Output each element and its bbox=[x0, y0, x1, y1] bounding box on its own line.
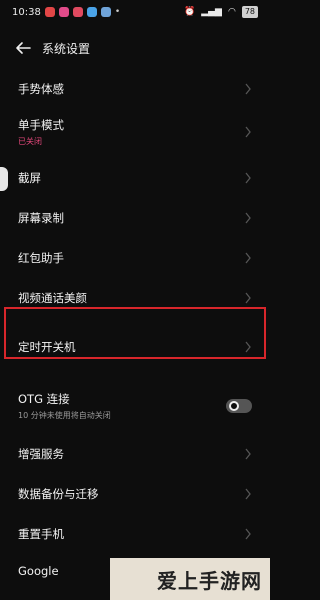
chevron-right-icon bbox=[245, 528, 251, 540]
list-item-label: Google bbox=[18, 564, 59, 578]
chevron-right-icon bbox=[245, 83, 251, 95]
app-notification-icon bbox=[44, 7, 55, 17]
app-notification-icon bbox=[58, 7, 69, 17]
signal-icon: ▂▄▆ bbox=[201, 7, 222, 17]
chevron-right-icon bbox=[245, 292, 251, 304]
list-item-label: 红包助手 bbox=[18, 251, 64, 265]
wifi-icon: ◠ bbox=[227, 7, 236, 17]
list-item-label: 增强服务 bbox=[18, 447, 64, 461]
highlight-box bbox=[4, 307, 266, 359]
alarm-icon: ⏰ bbox=[183, 7, 196, 17]
battery-icon: 78 bbox=[241, 6, 258, 18]
list-item-label: 屏幕录制 bbox=[18, 211, 64, 225]
status-left: 10:38 • bbox=[12, 7, 120, 18]
list-item-otg[interactable]: OTG 连接 10 分钟未使用将自动关闭 bbox=[0, 378, 270, 434]
chevron-right-icon bbox=[245, 172, 251, 184]
list-item-label: 重置手机 bbox=[18, 527, 64, 541]
chevron-right-icon bbox=[245, 488, 251, 500]
list-item-text: OTG 连接 10 分钟未使用将自动关闭 bbox=[18, 391, 111, 421]
list-item-backup[interactable]: 数据备份与迁移 bbox=[0, 474, 270, 514]
page-title: 系统设置 bbox=[42, 41, 91, 56]
list-item-screen-record[interactable]: 屏幕录制 bbox=[0, 198, 270, 238]
chevron-right-icon bbox=[245, 212, 251, 224]
list-item-screenshot[interactable]: 截屏 bbox=[0, 158, 270, 198]
list-item-label: OTG 连接 bbox=[18, 392, 70, 406]
list-item-label: 手势体感 bbox=[18, 82, 64, 96]
list-item-gestures[interactable]: 手势体感 bbox=[0, 72, 270, 106]
list-item-label: 单手模式 bbox=[18, 118, 64, 132]
list-item-enhanced-services[interactable]: 增强服务 bbox=[0, 434, 270, 474]
more-notifications-icon: • bbox=[114, 7, 121, 17]
app-notification-icon bbox=[100, 7, 111, 17]
list-item-one-hand-mode[interactable]: 单手模式 已关闭 bbox=[0, 106, 270, 158]
toggle-knob bbox=[229, 401, 239, 411]
status-sub: 已关闭 bbox=[18, 137, 42, 146]
back-arrow-icon[interactable] bbox=[14, 39, 32, 57]
status-right: ⏰ ▂▄▆ ◠ 78 bbox=[184, 6, 258, 18]
list-item-label: 数据备份与迁移 bbox=[18, 487, 99, 501]
list-item-reset[interactable]: 重置手机 bbox=[0, 514, 270, 554]
status-sub: 10 分钟未使用将自动关闭 bbox=[18, 411, 111, 420]
chevron-right-icon bbox=[245, 448, 251, 460]
app-notification-icon bbox=[72, 7, 83, 17]
otg-toggle[interactable] bbox=[226, 399, 252, 413]
app-notification-icon bbox=[86, 7, 97, 17]
status-bar: 10:38 • ⏰ ▂▄▆ ◠ 78 bbox=[0, 0, 270, 24]
list-item-label: 视频通话美颜 bbox=[18, 291, 87, 305]
chevron-right-icon bbox=[245, 126, 251, 138]
watermark: 爱上手游网 bbox=[110, 558, 270, 600]
status-time: 10:38 bbox=[12, 6, 41, 18]
list-item-red-packet[interactable]: 红包助手 bbox=[0, 238, 270, 278]
chevron-right-icon bbox=[245, 252, 251, 264]
header: 系统设置 bbox=[0, 24, 270, 72]
list-item-label: 截屏 bbox=[18, 171, 41, 185]
list-item-text: 单手模式 已关闭 bbox=[18, 117, 64, 147]
